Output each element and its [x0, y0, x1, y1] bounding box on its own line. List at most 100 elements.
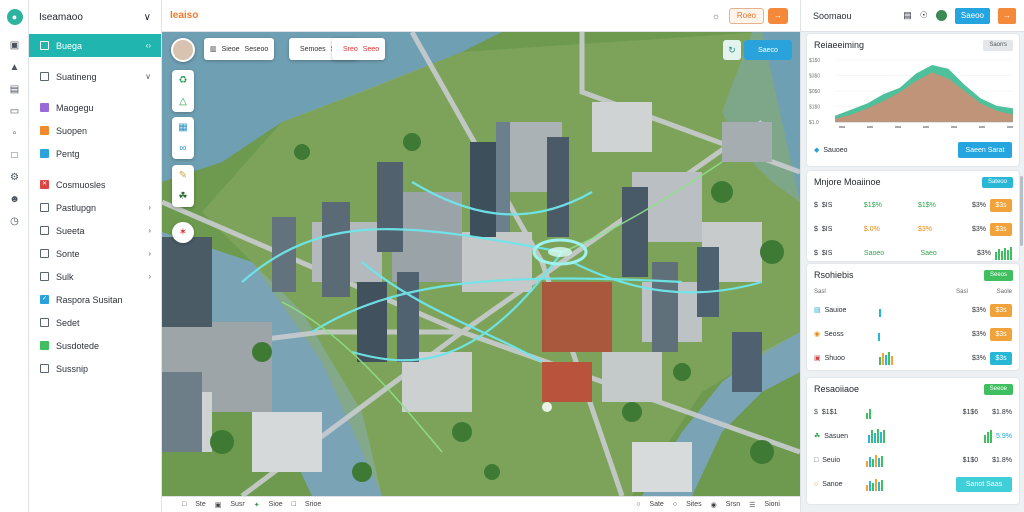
mini-bar: [880, 431, 883, 443]
route-icon[interactable]: ▲: [0, 56, 29, 78]
collapse-chevron-icon[interactable]: ∨: [144, 12, 151, 23]
top-arrow-button[interactable]: →: [768, 7, 788, 24]
sun-icon[interactable]: ☼: [709, 11, 723, 21]
toolbar-label[interactable]: Sioe: [269, 501, 283, 508]
folder-icon[interactable]: □: [0, 144, 29, 166]
layers-icon[interactable]: ▣: [0, 34, 29, 56]
major-row-tag[interactable]: $3s: [990, 198, 1013, 212]
sidebar-item[interactable]: Sedet: [29, 311, 161, 334]
toolbar-icon[interactable]: ◉: [711, 501, 717, 509]
toolbar-icon[interactable]: ▣: [215, 501, 222, 509]
economy-row[interactable]: ☘ Sasuen 5.9%: [807, 424, 1019, 448]
problem-row-tag[interactable]: $3s: [990, 327, 1012, 341]
toolbar-label[interactable]: Susr: [230, 501, 244, 508]
calendar-icon[interactable]: ▤: [0, 78, 29, 100]
sidebar-item[interactable]: Sulk ›: [29, 265, 161, 288]
mini-bar: [865, 412, 868, 419]
clock-icon[interactable]: ◷: [0, 210, 29, 232]
triangle-icon[interactable]: △: [172, 91, 194, 112]
toolbar-icon[interactable]: ☰: [749, 501, 755, 509]
map-info-card[interactable]: Sreo Seeo: [332, 38, 386, 60]
major-row-tag[interactable]: $3s: [990, 222, 1013, 236]
sidebar-item[interactable]: ✕ Cosmuosles: [29, 173, 161, 196]
app-logo-icon[interactable]: ●: [0, 0, 29, 34]
toolbar-icon[interactable]: ○: [673, 501, 677, 508]
economy-row[interactable]: $ $1$1 $1$6 $1.8%: [807, 400, 1019, 424]
economy-row-label: Seuio: [822, 456, 841, 464]
economy-action-button[interactable]: Sanot Saas: [956, 476, 1012, 492]
leaf-icon[interactable]: ☘: [172, 186, 194, 207]
economy-row[interactable]: ○ Sanoe Sanot Saas: [807, 472, 1019, 496]
sidebar-item[interactable]: Sussnip: [29, 357, 161, 380]
user-avatar[interactable]: [171, 38, 195, 62]
document-icon[interactable]: ▤: [903, 10, 912, 21]
problems-card-pill[interactable]: Seeos: [983, 269, 1013, 281]
refresh-icon[interactable]: ↻: [723, 40, 741, 60]
toolbar-label[interactable]: Srsn: [726, 501, 740, 508]
major-card-pill[interactable]: Sateoo: [981, 176, 1013, 188]
toolbar-icon[interactable]: □: [292, 501, 296, 508]
right-panel-action-button[interactable]: Saeoo: [954, 7, 990, 24]
toolbar-label[interactable]: Ste: [195, 501, 206, 508]
toolbar-icon[interactable]: ○: [636, 501, 640, 508]
city-map-view[interactable]: ▥SieoeSeseooSemoesSeeweSreoSeeo ♻ △ ▦ ∞ …: [162, 32, 800, 496]
chart-footer-button[interactable]: Saeen Sarat: [958, 142, 1012, 158]
economy-row-label: Sasuen: [824, 432, 849, 440]
user-icon[interactable]: ☻: [0, 188, 29, 210]
sidebar-item-label: Pentg: [56, 148, 80, 159]
map-info-card[interactable]: ▥ Sieoe Seseoo: [204, 38, 275, 60]
problem-row[interactable]: ◉ Seoss $3% $3s: [807, 322, 1019, 346]
problem-row[interactable]: ▤ Sauioe $3% $3s: [807, 298, 1019, 322]
sidebar-item-icon: [40, 41, 49, 50]
toolbar-icon[interactable]: ✦: [254, 501, 260, 509]
right-panel-title: Soomaou: [813, 10, 852, 21]
sidebar-item[interactable]: Sonte ›: [29, 242, 161, 265]
sidebar-item[interactable]: Buega ‹›: [29, 34, 161, 57]
pencil-icon[interactable]: ✎: [172, 165, 194, 186]
settings-icon[interactable]: ⚙: [0, 166, 29, 188]
major-row[interactable]: $ $IS Saoeo Saeo $3%: [807, 241, 1019, 265]
inbox-icon[interactable]: ▫: [0, 122, 29, 144]
major-row-a: $IS: [821, 225, 833, 233]
problem-row[interactable]: ▣ Shuoo $3% $3s: [807, 346, 1019, 370]
sidebar-item[interactable]: Maogegu: [29, 96, 161, 119]
bulb-icon[interactable]: ☉: [920, 10, 928, 21]
mini-bar: [883, 429, 886, 443]
link-icon[interactable]: ∞: [172, 138, 194, 159]
major-row[interactable]: $ $IS $1$% $1$% $3% $3s: [807, 193, 1019, 217]
chart-info-icon: ◆: [814, 147, 820, 154]
mini-bar: [875, 454, 878, 467]
mini-bar: [987, 431, 990, 443]
sidebar-item[interactable]: ✓ Raspora Susitan: [29, 288, 161, 311]
chart-period-pill[interactable]: Saorrs: [983, 39, 1013, 51]
right-panel-scrollbar[interactable]: [1020, 176, 1023, 246]
right-panel-header: Soomaou ▤ ☉ Saeoo →: [801, 0, 1024, 32]
toolbar-label[interactable]: Srioe: [305, 501, 321, 508]
cube-icon[interactable]: ▭: [0, 100, 29, 122]
sidebar-item[interactable]: Pentg: [29, 142, 161, 165]
toolbar-label[interactable]: Sites: [686, 501, 702, 508]
right-panel-export-icon[interactable]: →: [998, 7, 1016, 24]
problem-row-tag[interactable]: $3s: [990, 351, 1012, 365]
economy-row-icon: $: [814, 408, 818, 416]
economy-card-pill[interactable]: Seeoe: [983, 383, 1013, 395]
toolbar-label[interactable]: Sioni: [764, 501, 780, 508]
recycle-icon[interactable]: ♻: [172, 70, 194, 91]
toolbar-label[interactable]: Sate: [649, 501, 663, 508]
pin-icon[interactable]: ✶: [172, 222, 194, 243]
globe-icon[interactable]: [935, 10, 947, 21]
map-mode-button[interactable]: Saeco: [744, 40, 792, 60]
mini-bar: [887, 351, 890, 365]
sidebar-item[interactable]: Suatineng ∨: [29, 65, 161, 88]
top-action-button[interactable]: Roeo: [728, 7, 764, 24]
city-map-canvas[interactable]: [162, 32, 800, 496]
grid-icon[interactable]: ▦: [172, 117, 194, 138]
toolbar-icon[interactable]: □: [182, 501, 186, 508]
sidebar-item[interactable]: Sueeta ›: [29, 219, 161, 242]
sidebar-item[interactable]: Suopen: [29, 119, 161, 142]
economy-row[interactable]: □ Seuio $1$0 $1.8%: [807, 448, 1019, 472]
sidebar-item[interactable]: Pastlupgn ›: [29, 196, 161, 219]
major-row[interactable]: $ $IS $.0% $3% $3% $3s: [807, 217, 1019, 241]
problem-row-tag[interactable]: $3s: [990, 303, 1012, 317]
sidebar-item[interactable]: Susdotede: [29, 334, 161, 357]
